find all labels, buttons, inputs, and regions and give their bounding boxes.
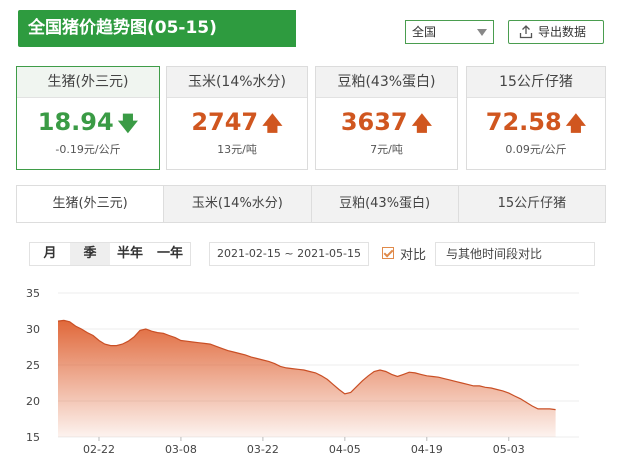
x-tick-label: 04-19	[411, 443, 443, 456]
x-tick-label: 03-22	[247, 443, 279, 456]
card-title: 15公斤仔猪	[467, 67, 605, 98]
export-data-label: 导出数据	[538, 25, 587, 39]
compare-period-input[interactable]: 与其他时间段对比	[435, 242, 595, 266]
period-year[interactable]: 一年	[150, 243, 190, 265]
card-soybean-meal[interactable]: 豆粕(43%蛋白) 3637 🡅 7元/吨	[315, 66, 458, 170]
arrow-up-icon: 🡅	[565, 111, 587, 135]
card-value: 3637 🡅	[340, 108, 433, 136]
arrow-up-icon: 🡅	[411, 111, 433, 135]
period-selector: 月 季 半年 一年	[29, 242, 191, 266]
export-data-button[interactable]: 导出数据	[508, 20, 604, 44]
price-trend-chart: 15 20 25 30 35 02-22 03-08 03-22 04-05 04-19 05-03	[26, 287, 579, 456]
y-tick-label: 30	[26, 323, 40, 336]
x-tick-label: 05-03	[493, 443, 525, 456]
period-quarter[interactable]: 季	[70, 243, 110, 265]
arrow-up-icon: 🡅	[262, 111, 283, 135]
x-tick-label: 03-08	[165, 443, 197, 456]
region-select[interactable]: 全国	[405, 20, 494, 44]
card-value: 2747 🡅	[191, 108, 283, 136]
chevron-down-icon	[477, 29, 487, 36]
page-title: 全国猪价趋势图(05-15)	[18, 10, 296, 47]
card-change: -0.19元/公斤	[55, 143, 121, 156]
card-piglet[interactable]: 15公斤仔猪 72.58 🡅 0.09元/公斤	[466, 66, 606, 170]
card-change: 13元/吨	[217, 143, 257, 156]
y-tick-label: 15	[26, 431, 40, 444]
period-half-year[interactable]: 半年	[110, 243, 150, 265]
card-corn[interactable]: 玉米(14%水分) 2747 🡅 13元/吨	[166, 66, 308, 170]
region-select-value: 全国	[412, 25, 437, 39]
card-change: 7元/吨	[370, 143, 403, 156]
card-title: 玉米(14%水分)	[167, 67, 307, 98]
date-range-field[interactable]: 2021-02-15 ~ 2021-05-15	[209, 242, 369, 266]
card-title: 生猪(外三元)	[17, 67, 159, 98]
period-month[interactable]: 月	[30, 243, 70, 265]
card-title: 豆粕(43%蛋白)	[316, 67, 457, 98]
tab-piglet[interactable]: 15公斤仔猪	[459, 186, 605, 222]
y-tick-label: 25	[26, 359, 40, 372]
tab-corn[interactable]: 玉米(14%水分)	[164, 186, 312, 222]
card-value: 18.94 🡇	[37, 108, 139, 136]
tab-soybean-meal[interactable]: 豆粕(43%蛋白)	[312, 186, 459, 222]
tab-live-pig[interactable]: 生猪(外三元)	[17, 186, 165, 222]
compare-checkbox[interactable]	[382, 247, 394, 259]
x-tick-label: 04-05	[329, 443, 361, 456]
x-tick-label: 02-22	[83, 443, 115, 456]
card-change: 0.09元/公斤	[505, 143, 567, 156]
card-value: 72.58 🡅	[485, 108, 587, 136]
y-tick-label: 20	[26, 395, 40, 408]
upload-icon	[519, 25, 533, 39]
arrow-down-icon: 🡇	[117, 111, 139, 135]
category-tabs: 生猪(外三元) 玉米(14%水分) 豆粕(43%蛋白) 15公斤仔猪	[16, 185, 606, 223]
card-live-pig[interactable]: 生猪(外三元) 18.94 🡇 -0.19元/公斤	[16, 66, 160, 170]
y-tick-label: 35	[26, 287, 40, 300]
compare-label: 对比	[400, 248, 427, 263]
